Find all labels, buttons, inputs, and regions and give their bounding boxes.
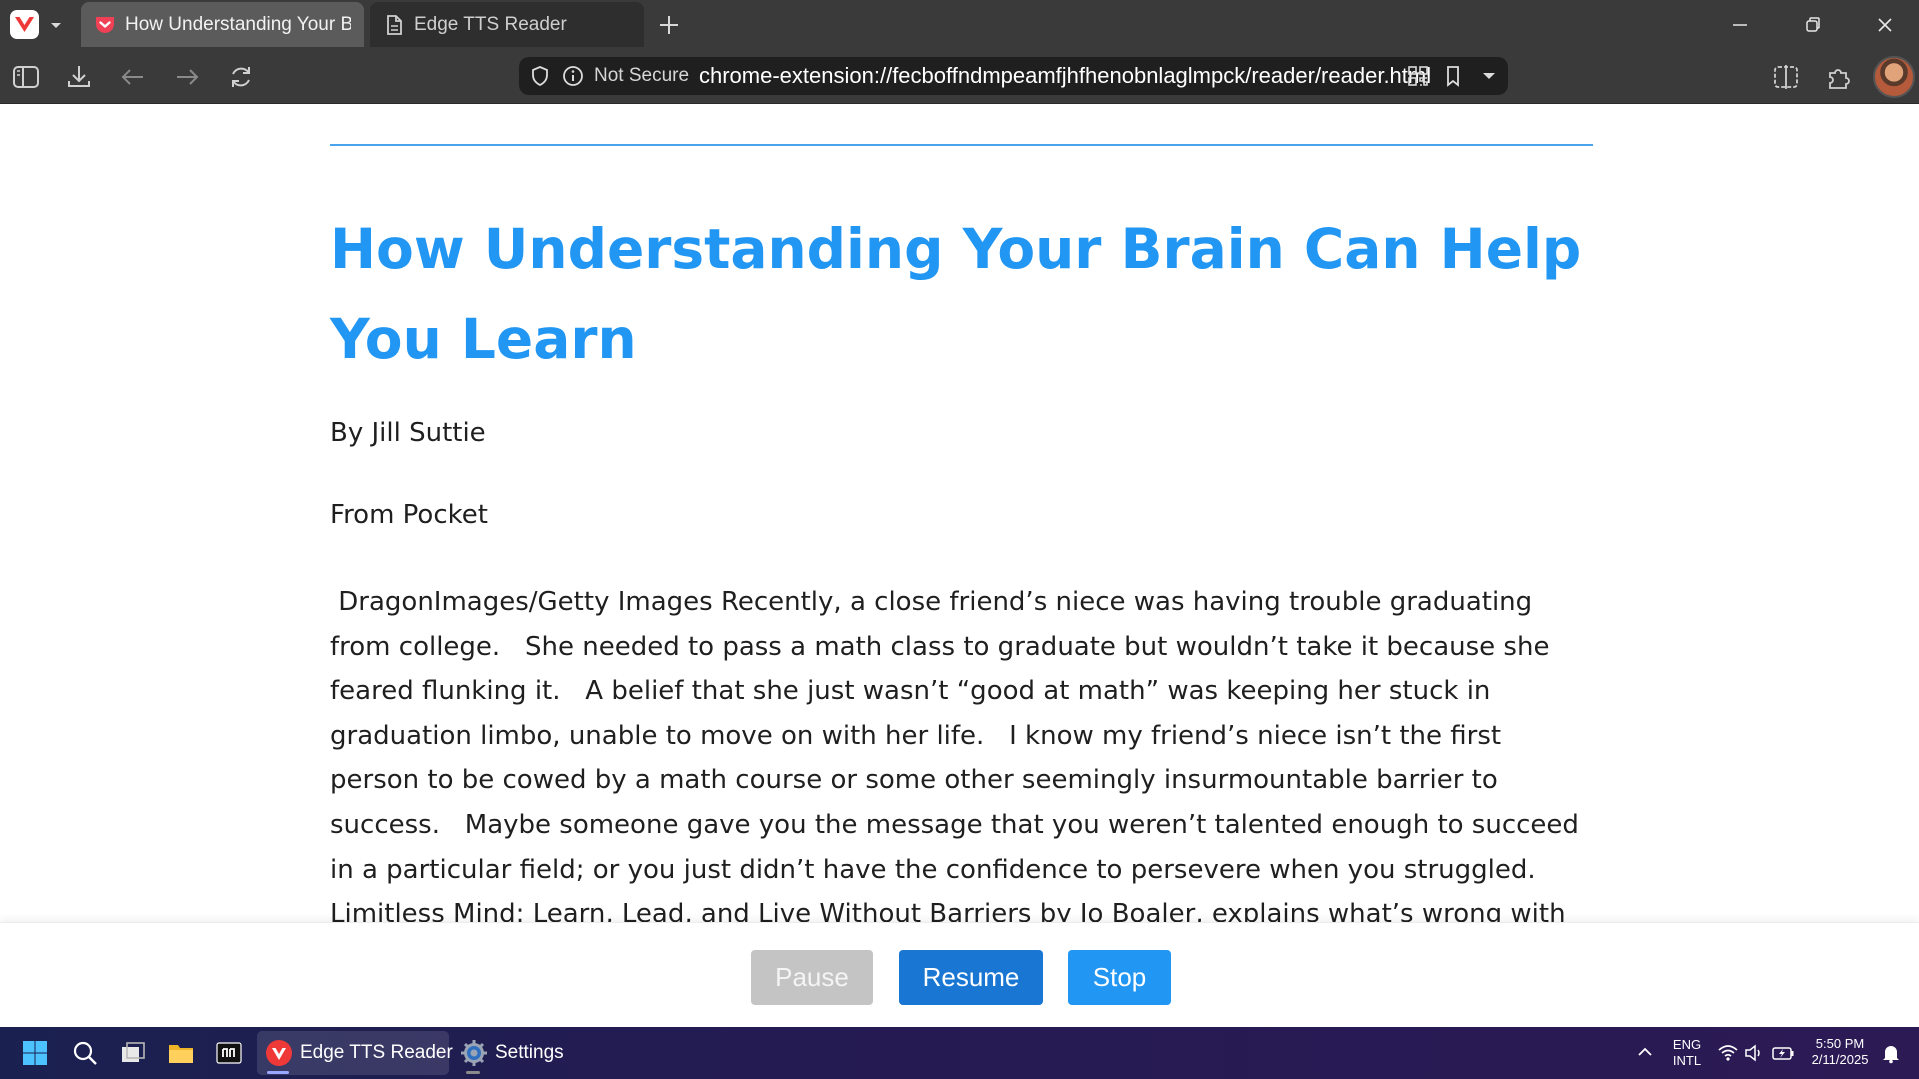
taskbar-app-label: Edge TTS Reader xyxy=(300,1042,453,1063)
shield-icon[interactable] xyxy=(528,64,552,88)
taskbar-app-settings[interactable]: Settings xyxy=(452,1031,577,1075)
reader-view-icon[interactable] xyxy=(1770,61,1802,93)
vivaldi-logo-icon xyxy=(15,17,34,32)
taskbar-app-label: Settings xyxy=(495,1042,564,1063)
volume-icon[interactable] xyxy=(1743,1042,1765,1064)
stop-button[interactable]: Stop xyxy=(1068,950,1171,1005)
tab-edge-tts-reader[interactable]: Edge TTS Reader xyxy=(370,2,644,47)
running-indicator xyxy=(466,1071,480,1074)
new-tab-plus-icon[interactable] xyxy=(657,13,681,37)
clock-time: 5:50 PM xyxy=(1815,1036,1865,1051)
clock[interactable]: 5:50 PM 2/11/2025 xyxy=(1805,1036,1875,1068)
vivaldi-icon xyxy=(265,1039,293,1067)
back-arrow-icon[interactable] xyxy=(117,61,149,93)
url-text[interactable]: chrome-extension://fecboffndmpeamfjhfhen… xyxy=(699,65,1431,87)
battery-charging-icon[interactable] xyxy=(1771,1042,1795,1064)
wifi-icon[interactable] xyxy=(1717,1042,1739,1064)
article-byline: By Jill Suttie xyxy=(330,418,486,448)
show-hidden-icons-chevron-up-icon[interactable] xyxy=(1634,1041,1656,1063)
keyboard-layout: INTL xyxy=(1672,1053,1702,1068)
article-body: DragonImages/Getty Images Recently, a cl… xyxy=(330,587,1579,922)
header-divider xyxy=(330,144,1593,146)
address-bar[interactable]: Not Secure chrome-extension://fecboffndm… xyxy=(519,57,1508,95)
playback-controls: Pause Resume Stop xyxy=(0,922,1919,1027)
language-code: ENG xyxy=(1672,1037,1702,1052)
pocket-icon xyxy=(93,13,117,37)
tab-article[interactable]: How Understanding Your Brain Can Help Yo… xyxy=(81,2,364,47)
vivaldi-menu-button[interactable] xyxy=(10,10,39,39)
tab-title: How Understanding Your Brain Can Help Yo… xyxy=(125,14,351,35)
terminal-app-icon[interactable] xyxy=(215,1039,243,1067)
article-title: How Understanding Your Brain Can Help Yo… xyxy=(330,217,1582,371)
browser-tab-strip: How Understanding Your Brain Can Help Yo… xyxy=(0,0,1919,49)
minimize-icon[interactable] xyxy=(1725,10,1755,40)
info-icon[interactable] xyxy=(561,64,585,88)
resume-button[interactable]: Resume xyxy=(899,950,1043,1005)
restore-icon[interactable] xyxy=(1798,10,1828,40)
close-icon[interactable] xyxy=(1870,10,1900,40)
security-label: Not Secure xyxy=(594,65,690,86)
reload-icon[interactable] xyxy=(225,61,257,93)
browser-toolbar: Not Secure chrome-extension://fecboffndm… xyxy=(0,49,1919,104)
task-view-icon[interactable] xyxy=(119,1039,147,1067)
forward-arrow-icon[interactable] xyxy=(171,61,203,93)
qr-code-icon[interactable] xyxy=(1406,64,1430,88)
extensions-puzzle-icon[interactable] xyxy=(1823,61,1855,93)
reader-page: How Understanding Your Brain Can Help Yo… xyxy=(0,104,1919,922)
search-icon[interactable] xyxy=(71,1039,99,1067)
clock-date: 2/11/2025 xyxy=(1811,1052,1869,1067)
article-source: From Pocket xyxy=(330,500,488,530)
profile-avatar[interactable] xyxy=(1873,56,1915,98)
chevron-down-icon[interactable] xyxy=(46,16,66,34)
active-indicator xyxy=(267,1071,289,1074)
notification-bell-icon[interactable] xyxy=(1880,1042,1902,1064)
taskbar-app-edge-tts-reader[interactable]: Edge TTS Reader xyxy=(257,1031,453,1075)
tab-title: Edge TTS Reader xyxy=(414,14,567,35)
download-icon[interactable] xyxy=(63,61,95,93)
pause-button[interactable]: Pause xyxy=(751,950,873,1005)
panel-toggle-icon[interactable] xyxy=(10,61,42,93)
chevron-down-icon[interactable] xyxy=(1477,64,1501,88)
windows-taskbar: Edge TTS Reader Settings ENG INTL 5:50 P… xyxy=(0,1027,1919,1079)
language-indicator[interactable]: ENG INTL xyxy=(1667,1037,1707,1069)
windows-start-icon[interactable] xyxy=(21,1039,49,1067)
bookmark-icon[interactable] xyxy=(1441,64,1465,88)
page-icon xyxy=(382,13,406,37)
settings-gear-icon xyxy=(460,1039,488,1067)
file-explorer-icon[interactable] xyxy=(167,1039,195,1067)
